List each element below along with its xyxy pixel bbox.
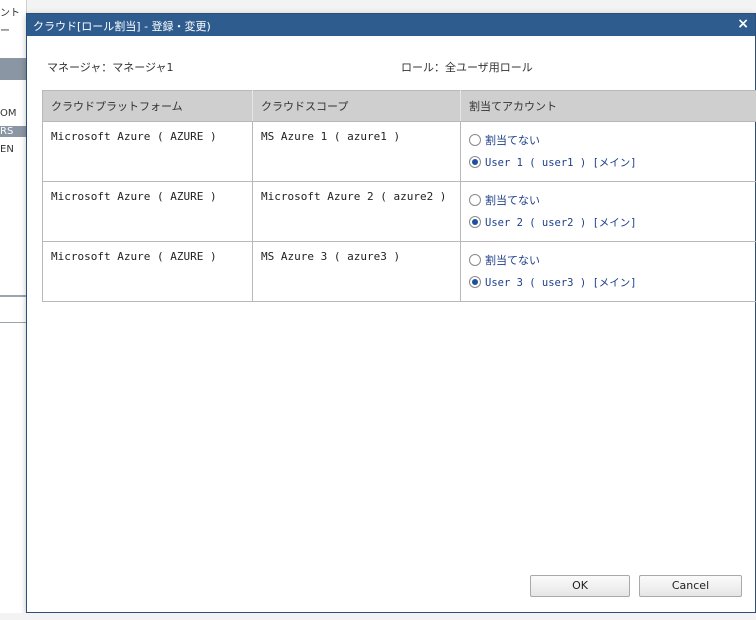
background-text-fragment: ー [0, 26, 10, 37]
column-header-platform: クラウドプラットフォーム [42, 90, 253, 122]
close-icon[interactable]: × [737, 16, 749, 32]
radio-button[interactable] [469, 194, 481, 206]
ok-button[interactable]: OK [530, 575, 630, 597]
radio-option-user[interactable]: User 1 ( user1 ) [メイン] [469, 151, 748, 173]
background-sidebar: ント ー OM RS EN [0, 0, 27, 620]
radio-label: 割当てない [485, 194, 540, 207]
background-divider [0, 322, 26, 323]
platform-cell: Microsoft Azure ( AZURE ) [42, 241, 253, 302]
account-cell: 割当てない User 1 ( user1 ) [メイン] [460, 121, 756, 182]
radio-button-selected[interactable] [469, 216, 481, 228]
account-cell: 割当てない User 2 ( user2 ) [メイン] [460, 181, 756, 242]
radio-button-selected[interactable] [469, 276, 481, 288]
background-text-fragment: OM [0, 108, 17, 119]
radio-option-unassigned[interactable]: 割当てない [469, 129, 748, 151]
column-header-scope: クラウドスコープ [252, 90, 461, 122]
table-row: Microsoft Azure ( AZURE ) Microsoft Azur… [42, 181, 756, 242]
platform-cell: Microsoft Azure ( AZURE ) [42, 181, 253, 242]
role-label: ロール：全ユーザ用ロール [401, 61, 533, 74]
radio-option-user[interactable]: User 2 ( user2 ) [メイン] [469, 211, 748, 233]
cloud-role-assignment-dialog: クラウド[ロール割当] - 登録・変更) × マネージャ：マネージャ1 ロール：… [26, 13, 756, 613]
background-text-fragment: EN [0, 144, 14, 155]
radio-button[interactable] [469, 254, 481, 266]
radio-option-user[interactable]: User 3 ( user3 ) [メイン] [469, 271, 748, 293]
radio-label: 割当てない [485, 134, 540, 147]
scope-cell: MS Azure 3 ( azure3 ) [252, 241, 461, 302]
dialog-title: クラウド[ロール割当] - 登録・変更) [33, 20, 211, 33]
table-row: Microsoft Azure ( AZURE ) MS Azure 3 ( a… [42, 241, 756, 302]
table-row: Microsoft Azure ( AZURE ) MS Azure 1 ( a… [42, 121, 756, 182]
radio-button[interactable] [469, 134, 481, 146]
platform-cell: Microsoft Azure ( AZURE ) [42, 121, 253, 182]
column-header-account: 割当てアカウント [460, 90, 756, 122]
radio-label: User 1 ( user1 ) [メイン] [485, 156, 637, 169]
background-footer [0, 613, 756, 620]
manager-label: マネージャ：マネージャ1 [47, 61, 174, 74]
table-header-row: クラウドプラットフォーム クラウドスコープ 割当てアカウント [42, 90, 756, 122]
radio-button-selected[interactable] [469, 156, 481, 168]
radio-option-unassigned[interactable]: 割当てない [469, 189, 748, 211]
dialog-titlebar[interactable]: クラウド[ロール割当] - 登録・変更) × [27, 14, 755, 36]
background-text-fragment: ント [0, 8, 20, 19]
radio-label: User 2 ( user2 ) [メイン] [485, 216, 637, 229]
assignment-table: クラウドプラットフォーム クラウドスコープ 割当てアカウント Microsoft… [42, 90, 756, 302]
radio-label: User 3 ( user3 ) [メイン] [485, 276, 637, 289]
radio-label: 割当てない [485, 254, 540, 267]
scope-cell: Microsoft Azure 2 ( azure2 ) [252, 181, 461, 242]
scope-cell: MS Azure 1 ( azure1 ) [252, 121, 461, 182]
background-nav-bar [0, 58, 26, 80]
background-divider [0, 295, 26, 297]
radio-option-unassigned[interactable]: 割当てない [469, 249, 748, 271]
background-text-fragment: RS [0, 126, 26, 137]
cancel-button[interactable]: Cancel [639, 575, 742, 597]
account-cell: 割当てない User 3 ( user3 ) [メイン] [460, 241, 756, 302]
